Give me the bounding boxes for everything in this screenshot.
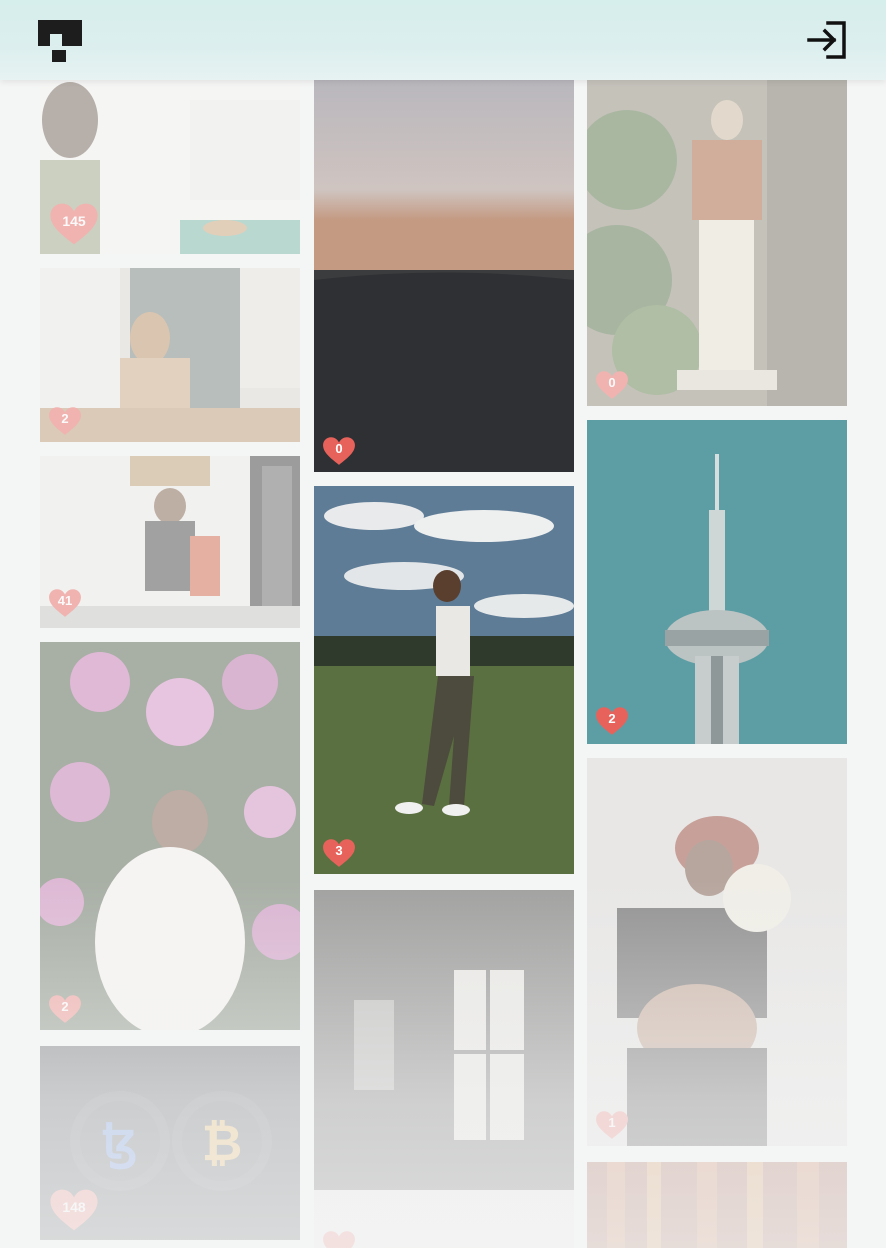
like-badge[interactable]: 2	[48, 406, 82, 436]
top-bar	[0, 0, 886, 80]
like-count: 41	[57, 593, 73, 608]
tezos-icon: ꜩ	[102, 1113, 137, 1170]
like-badge[interactable]: 0	[322, 436, 356, 466]
like-count: 1	[608, 1115, 616, 1130]
like-count: 145	[62, 213, 86, 229]
like-badge[interactable]: 148	[48, 1188, 100, 1232]
like-badge[interactable]	[322, 1230, 356, 1248]
photo-card[interactable]: 0	[314, 80, 574, 472]
like-badge[interactable]: 41	[48, 588, 82, 618]
photo-card[interactable]	[314, 890, 574, 1248]
like-count: 2	[61, 411, 69, 426]
photo-woman-flowers	[40, 642, 300, 1030]
like-count: 2	[608, 711, 616, 726]
photo-card[interactable]: 2	[40, 268, 300, 442]
like-badge[interactable]: 0	[595, 370, 629, 400]
photo-card[interactable]: 2	[40, 642, 300, 1030]
like-count: 2	[61, 999, 69, 1014]
like-badge[interactable]: 2	[595, 706, 629, 736]
photo-curtain	[587, 1162, 847, 1248]
like-badge[interactable]: 2	[48, 994, 82, 1024]
photo-cn-tower	[587, 420, 847, 744]
photo-man-field	[314, 486, 574, 874]
photo-card[interactable]: 41	[40, 456, 300, 628]
like-count: 0	[335, 441, 343, 456]
like-count: 148	[62, 1199, 86, 1215]
photo-dark-room	[314, 890, 574, 1248]
photo-card[interactable]: 2	[587, 420, 847, 744]
photo-card[interactable]: ꜩ ₿ 148	[40, 1046, 300, 1240]
like-count: 3	[335, 843, 343, 858]
bitcoin-icon: ₿	[202, 1115, 243, 1171]
photo-pregnant-woman	[587, 758, 847, 1146]
like-count: 0	[608, 375, 616, 390]
sign-in-icon[interactable]	[806, 20, 848, 60]
photo-card[interactable]	[587, 1162, 847, 1248]
photo-card[interactable]: 3	[314, 486, 574, 874]
photo-card[interactable]: 145	[40, 80, 300, 254]
photo-sunset-valley	[314, 80, 574, 472]
photo-man-plants	[587, 80, 847, 406]
pixel-logo-icon[interactable]	[38, 20, 82, 62]
like-badge[interactable]: 3	[322, 838, 356, 868]
photo-card[interactable]: 0	[587, 80, 847, 406]
like-badge[interactable]: 145	[48, 202, 100, 246]
like-badge[interactable]: 1	[595, 1110, 629, 1140]
photo-card[interactable]: 1	[587, 758, 847, 1146]
